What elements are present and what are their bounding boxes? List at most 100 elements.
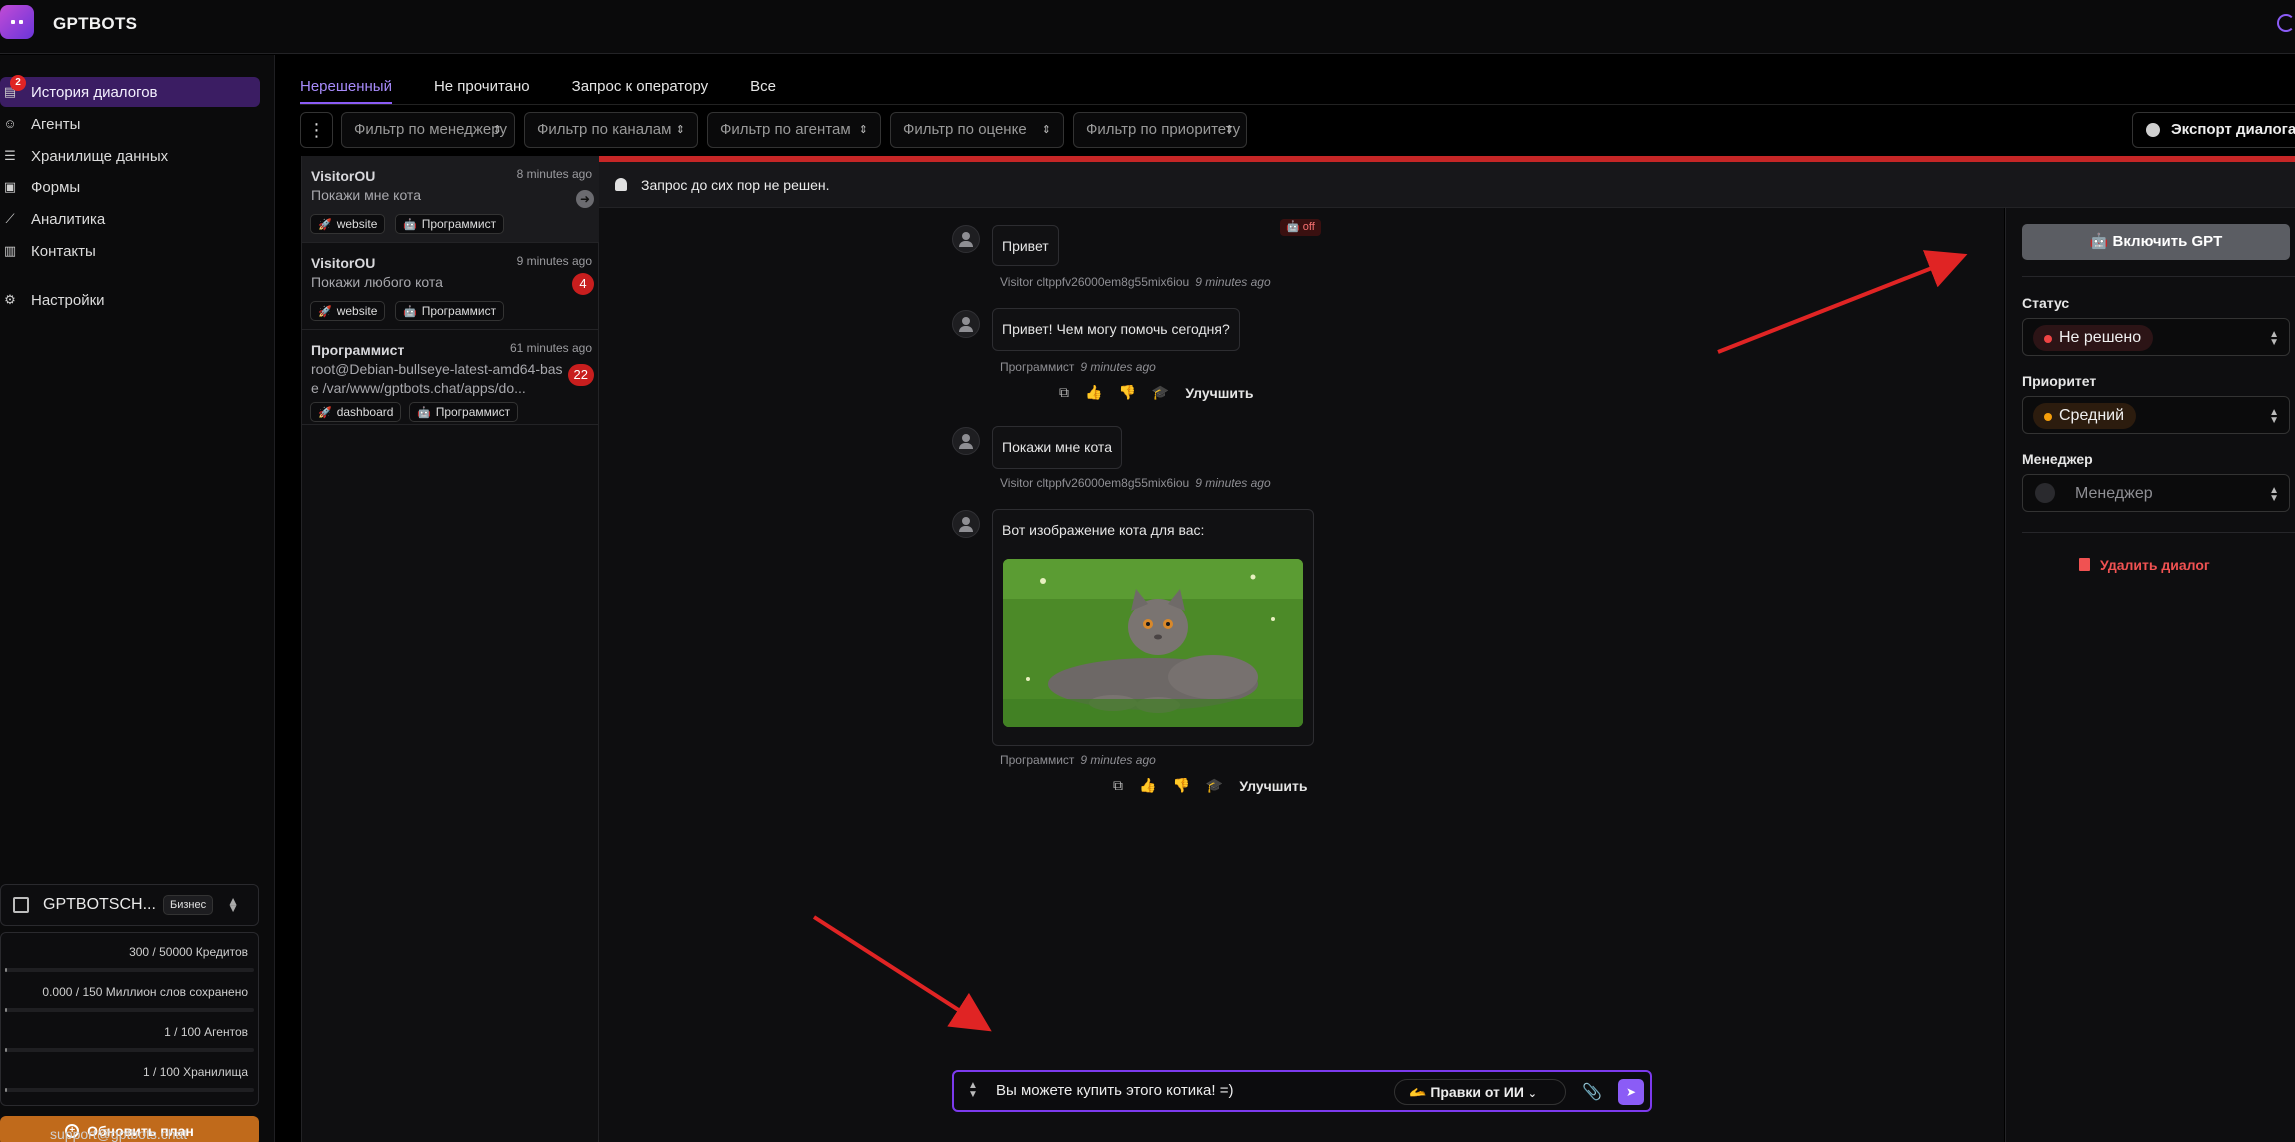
plan-badge: Бизнес [163,895,214,915]
sidebar-item-label: Хранилище данных [31,147,169,165]
send-button[interactable]: ➤ [1618,1079,1644,1105]
robot-icon: 🤖 [403,219,417,231]
chevron-up-down-icon[interactable]: ▲ ▼ [968,1081,978,1100]
visitor-avatar-icon [952,225,980,253]
form-icon: ▣ [3,179,17,194]
rating-filter[interactable]: Фильтр по оценке ⇕ [890,112,1064,148]
robot-icon: 🤖 [2089,233,2109,250]
unread-badge: 22 [567,364,594,386]
thumbs-down-icon[interactable]: 👎 [1118,384,1135,401]
sidebar-item-history[interactable]: ▤ 2 История диалогов [0,75,260,107]
message-input[interactable]: Вы можете купить этого котика! =) [996,1082,1233,1099]
message-composer[interactable]: ▲ ▼ Вы можете купить этого котика! =) 🫴 П… [952,1070,1652,1112]
conversation-time: 9 minutes ago [516,254,592,268]
sidebar-item-agents[interactable]: ☺ Агенты [0,109,260,139]
message-meta: Программист 9 minutes ago [1000,753,1156,767]
chevron-down-icon: ⌄ [1527,1088,1538,1100]
conversation-item[interactable]: VisitorOU 8 minutes ago Покажи мне кота … [302,156,600,243]
ai-edits-label: 🫴 Правки от ИИ [1409,1084,1524,1100]
chip-label: website [336,217,378,231]
words-bar [5,1008,254,1012]
conversation-time: 61 minutes ago [509,341,592,355]
delete-dialog-button[interactable]: Удалить диалог [2079,557,2210,573]
chip-label: Программист [421,304,497,318]
graduation-cap-icon: 🎓 [1151,384,1170,400]
manager-select[interactable]: Менеджер ▲ ▼ [2022,474,2290,512]
message-time: 9 minutes ago [1080,360,1156,374]
message-bubble: Покажи мне кота [992,426,1122,469]
usage-fill [5,1088,8,1092]
conversation-item[interactable]: Программист 61 minutes ago root@Debian-b… [302,330,600,425]
sidebar-item-forms[interactable]: ▣ Формы [0,172,260,202]
thumbs-down-icon[interactable]: 👎 [1172,777,1189,794]
priority-label: Приоритет [2022,373,2097,389]
conversation-item[interactable]: VisitorOU 9 minutes ago Покажи любого ко… [302,243,600,330]
more-options-button[interactable]: ⋮ [300,112,333,148]
gptbots-logo-icon[interactable] [0,5,34,39]
enable-gpt-button[interactable]: 🤖 Включить GPT [2022,224,2290,260]
improve-button[interactable]: Улучшить [1185,385,1253,401]
priority-select[interactable]: Средний ▲ ▼ [2022,396,2290,434]
status-select[interactable]: Не решено ▲ ▼ [2022,318,2290,356]
tab-all[interactable]: Все [750,64,776,104]
channel-chip: 🚀 website [310,214,386,234]
divider [2022,276,2295,277]
message-actions: ⧉ 👍 👎 🎓 Улучшить [1059,384,1254,401]
export-dialog-button[interactable]: Экспорт диалога [2132,112,2295,148]
conversation-details-panel: 🤖 Включить GPT Статус Не решено ▲ ▼ Приор… [2005,208,2295,1142]
open-arrow-icon[interactable]: ➜ [576,190,594,208]
manager-label: Менеджер [2022,451,2093,467]
channel-filter[interactable]: Фильтр по каналам ⇕ [524,112,698,148]
agent-chip: 🤖 Программист [409,402,519,422]
manager-filter[interactable]: Фильтр по менеджеру ⇕ [341,112,515,148]
chevron-up-down-icon: ⇕ [858,124,868,136]
paperclip-icon[interactable]: 📎 [1582,1082,1602,1102]
conversation-preview: root@Debian-bullseye-latest-amd64-base /… [311,361,563,396]
credits-bar [5,968,254,972]
sidebar-item-storage[interactable]: ☰ Хранилище данных [0,141,260,171]
visitor-avatar-icon [952,427,980,455]
message-meta: Visitor cltppfv26000em8g55mix6iou 9 minut… [1000,275,1271,289]
divider [2022,532,2295,533]
filter-placeholder: Фильтр по каналам [537,121,672,138]
tab-operator-request[interactable]: Запрос к оператору [572,64,709,104]
sidebar-item-label: Формы [31,178,81,196]
storage-bar [5,1088,254,1092]
contacts-icon: ▥ [3,243,17,258]
message-time: 9 minutes ago [1080,753,1156,767]
improve-button[interactable]: Улучшить [1239,778,1307,794]
filter-placeholder: Фильтр по менеджеру [354,121,507,138]
agent-filter[interactable]: Фильтр по агентам ⇕ [707,112,881,148]
message-meta: Программист 9 minutes ago [1000,360,1156,374]
copy-icon[interactable]: ⧉ [1113,777,1123,794]
tab-unresolved[interactable]: Нерешенный [300,64,392,104]
priority-filter[interactable]: Фильтр по приоритету ⇕ [1073,112,1247,148]
sidebar-item-label: Аналитика [31,210,106,228]
message-author: Visitor cltppfv26000em8g55mix6iou [1000,476,1190,490]
thumbs-up-icon[interactable]: 👍 [1085,384,1102,401]
sidebar-item-contacts[interactable]: ▥ Контакты [0,236,260,266]
sidebar-item-settings[interactable]: ⚙ Настройки [0,285,260,315]
sidebar-item-analytics[interactable]: ⟋ Аналитика [0,204,260,234]
manager-avatar-icon [2035,483,2055,503]
gpt-off-tag: 🤖 off [1280,219,1321,236]
tabs-divider [300,104,2295,105]
agent-chip: 🤖 Программист [395,214,505,234]
cat-image[interactable] [1003,559,1303,727]
filter-placeholder: Фильтр по приоритету [1086,121,1241,138]
ai-edits-dropdown[interactable]: 🫴 Правки от ИИ ⌄ [1394,1079,1566,1105]
message-author: Программист [1000,753,1075,767]
message-author: Программист [1000,360,1075,374]
thumbs-up-icon[interactable]: 👍 [1139,777,1156,794]
filter-placeholder: Фильтр по агентам [720,121,851,138]
tab-unread[interactable]: Не прочитано [434,64,530,104]
theme-toggle-icon[interactable] [2277,14,2295,32]
off-label: off [1302,221,1315,233]
workspace-switcher[interactable]: GPTBOTSCH... Бизнес ▲ ▼ [0,884,259,926]
chip-label: Программист [421,217,497,231]
chevron-up-down-icon: ▲ ▼ [227,894,239,915]
chevron-up-down-icon: ▲ ▼ [2269,485,2279,504]
copy-icon[interactable]: ⧉ [1059,384,1069,401]
support-email[interactable]: support@gptbots.chat [50,1126,187,1142]
agent-chip: 🤖 Программист [395,301,505,321]
